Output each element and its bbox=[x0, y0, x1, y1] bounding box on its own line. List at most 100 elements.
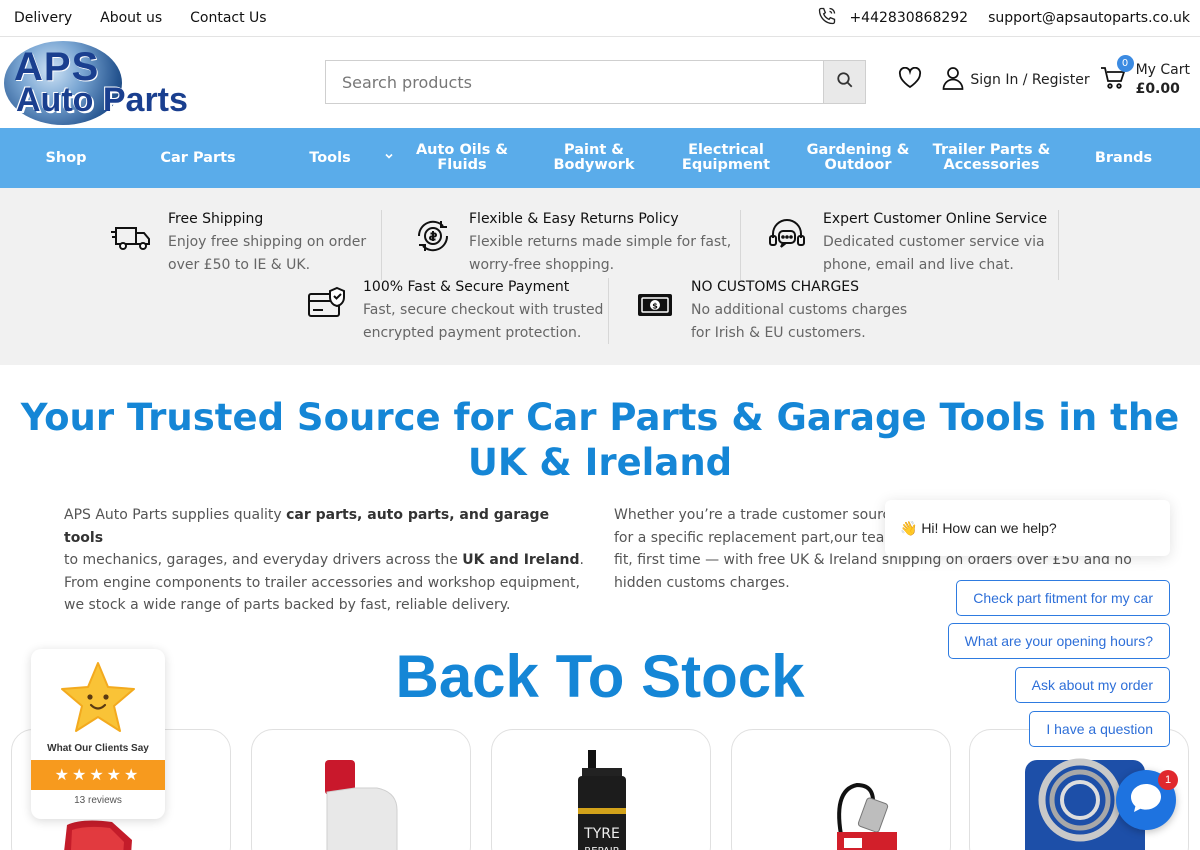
user-icon bbox=[942, 66, 964, 94]
intro-text: . bbox=[579, 552, 584, 568]
header-actions: Sign In / Register 0 My Cart £0.00 bbox=[898, 55, 1190, 99]
intro-line: From engine components to trailer access… bbox=[64, 574, 580, 591]
chat-launcher-button[interactable]: 1 bbox=[1116, 770, 1178, 830]
search-icon bbox=[836, 71, 854, 93]
page-headline: Your Trusted Source for Car Parts & Gara… bbox=[0, 395, 1200, 485]
review-stars: ★★★★★ bbox=[31, 760, 165, 790]
cart-summary: My Cart £0.00 bbox=[1136, 61, 1190, 99]
feature-desc-line: Dedicated customer service via bbox=[823, 234, 1045, 250]
feature-title: NO CUSTOMS CHARGES bbox=[691, 279, 860, 295]
intro-line: we stock a wide range of parts backed by… bbox=[64, 597, 511, 613]
nav-trailer-parts-accessories[interactable]: Trailer Parts & Accessories bbox=[924, 128, 1059, 188]
feature-text: Expert Customer Online Service Dedicated… bbox=[823, 208, 1047, 277]
feature-desc-line: worry-free shopping. bbox=[469, 257, 615, 273]
about-us-link[interactable]: About us bbox=[100, 10, 162, 26]
nav-shop[interactable]: Shop bbox=[0, 128, 132, 188]
nav-car-parts[interactable]: Car Parts bbox=[132, 128, 264, 188]
quick-reply-hours[interactable]: What are your opening hours? bbox=[947, 623, 1170, 659]
site-header: APS Auto Parts Sign In / Register 0 My C… bbox=[0, 37, 1200, 128]
nav-car-parts-label: Car Parts bbox=[160, 149, 236, 166]
logo-text-auto-parts: Auto Parts bbox=[16, 81, 188, 119]
cart-label: My Cart bbox=[1135, 62, 1190, 78]
feature-desc-line: encrypted payment protection. bbox=[363, 325, 582, 341]
nav-tools[interactable]: Tools bbox=[264, 128, 396, 188]
nav-gardening-label-1: Gardening & bbox=[806, 142, 910, 158]
feature-title: 100% Fast & Secure Payment bbox=[363, 279, 570, 295]
cart-count-badge: 0 bbox=[1116, 55, 1134, 72]
feature-returns: Flexible & Easy Returns Policy Flexible … bbox=[411, 208, 731, 277]
top-bar: Delivery About us Contact Us +4428308682… bbox=[0, 0, 1200, 37]
feature-customer-service: Expert Customer Online Service Dedicated… bbox=[765, 208, 1047, 277]
intro-line: APS Auto Parts supplies quality car part… bbox=[64, 504, 584, 549]
feature-no-customs: $ NO CUSTOMS CHARGES No additional custo… bbox=[633, 276, 907, 345]
star-mascot-icon bbox=[58, 662, 138, 739]
review-count[interactable]: 13 reviews bbox=[31, 795, 165, 806]
nav-auto-oils-fluids[interactable]: Auto Oils & Fluids bbox=[396, 128, 528, 188]
cash-icon: $ bbox=[633, 282, 677, 326]
account-link[interactable]: Sign In / Register bbox=[942, 66, 1090, 94]
feature-title: Flexible & Easy Returns Policy bbox=[469, 211, 679, 227]
product-card[interactable] bbox=[251, 729, 471, 850]
feature-title: Free Shipping bbox=[168, 211, 264, 227]
top-links: Delivery About us Contact Us bbox=[14, 10, 267, 26]
site-logo[interactable]: APS Auto Parts bbox=[2, 39, 212, 127]
support-email[interactable]: support@apsautoparts.co.uk bbox=[988, 10, 1190, 26]
divider bbox=[381, 210, 382, 280]
top-contact: +442830868292 support@apsautoparts.co.uk bbox=[817, 6, 1190, 30]
cart-link[interactable]: 0 My Cart £0.00 bbox=[1100, 55, 1190, 99]
feature-desc-line: over £50 to IE & UK. bbox=[168, 257, 311, 273]
feature-desc-line: No additional customs charges bbox=[691, 302, 908, 318]
svg-text:TYRE: TYRE bbox=[583, 826, 620, 842]
nav-paint-label-1: Paint & bbox=[564, 142, 624, 158]
nav-electrical-equipment[interactable]: Electrical Equipment bbox=[660, 128, 792, 188]
feature-desc-line: Flexible returns made simple for fast, bbox=[469, 234, 732, 250]
divider bbox=[608, 278, 609, 344]
reviews-widget[interactable]: What Our Clients Say ★★★★★ 13 reviews bbox=[31, 649, 165, 819]
intro-text: APS Auto Parts supplies quality bbox=[64, 507, 287, 523]
divider bbox=[740, 210, 741, 280]
phone-number[interactable]: +442830868292 bbox=[849, 10, 968, 26]
wishlist-icon[interactable] bbox=[898, 66, 922, 93]
intro-left-text: APS Auto Parts supplies quality car part… bbox=[64, 504, 584, 617]
feature-secure-payment: 100% Fast & Secure Payment Fast, secure … bbox=[305, 276, 603, 345]
divider bbox=[1058, 210, 1059, 280]
feature-desc-line: Fast, secure checkout with trusted bbox=[363, 302, 604, 318]
search-input[interactable] bbox=[326, 61, 823, 103]
nav-paint-bodywork[interactable]: Paint & Bodywork bbox=[528, 128, 660, 188]
chevron-down-icon bbox=[384, 151, 394, 166]
quick-reply-question[interactable]: I have a question bbox=[1029, 711, 1170, 747]
quick-reply-order[interactable]: Ask about my order bbox=[1014, 667, 1170, 703]
intro-bold: UK and Ireland bbox=[462, 552, 580, 568]
feature-text: Free Shipping Enjoy free shipping on ord… bbox=[168, 208, 366, 277]
product-card[interactable] bbox=[731, 729, 951, 850]
main-nav: Shop Car Parts Tools Auto Oils & Fluids … bbox=[0, 128, 1200, 188]
phone-icon bbox=[817, 6, 837, 30]
nav-auto-oils-label-1: Auto Oils & bbox=[415, 142, 509, 158]
nav-brands[interactable]: Brands bbox=[1059, 128, 1188, 188]
headline-line-1: Your Trusted Source for Car Parts & Gara… bbox=[20, 396, 1180, 439]
search-button[interactable] bbox=[823, 61, 865, 103]
nav-gardening-label-2: Outdoor bbox=[824, 157, 892, 173]
intro-line: to mechanics, garages, and everyday driv… bbox=[64, 549, 584, 572]
reviews-label: What Our Clients Say bbox=[47, 743, 149, 754]
unread-badge: 1 bbox=[1158, 770, 1178, 790]
intro-text: to mechanics, garages, and everyday driv… bbox=[64, 552, 463, 568]
quick-reply-fitment[interactable]: Check part fitment for my car bbox=[956, 580, 1170, 616]
sign-in-register-label[interactable]: Sign In / Register bbox=[970, 72, 1089, 88]
returns-icon bbox=[411, 214, 455, 258]
svg-text:$: $ bbox=[652, 302, 658, 311]
truck-icon bbox=[110, 214, 154, 258]
product-card[interactable]: TYRE REPAIR bbox=[491, 729, 711, 850]
phone-contact[interactable]: +442830868292 bbox=[817, 6, 968, 30]
delivery-link[interactable]: Delivery bbox=[14, 10, 72, 26]
cart-total: £0.00 bbox=[1135, 81, 1180, 97]
nav-gardening-outdoor[interactable]: Gardening & Outdoor bbox=[792, 128, 924, 188]
search-bar bbox=[325, 60, 866, 104]
feature-title: Expert Customer Online Service bbox=[823, 211, 1048, 227]
nav-brands-label: Brands bbox=[1094, 149, 1153, 166]
nav-tools-label: Tools bbox=[309, 149, 351, 166]
nav-shop-label: Shop bbox=[45, 149, 87, 166]
feature-text: 100% Fast & Secure Payment Fast, secure … bbox=[363, 276, 603, 345]
chat-greeting[interactable]: 👋 Hi! How can we help? bbox=[885, 500, 1170, 556]
contact-us-link[interactable]: Contact Us bbox=[190, 10, 266, 26]
